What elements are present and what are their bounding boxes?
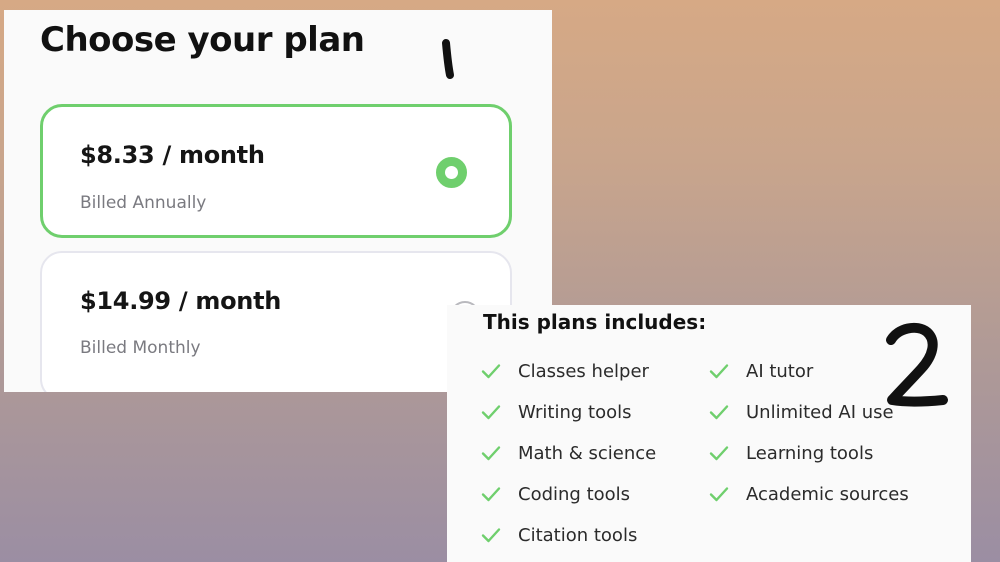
check-icon bbox=[709, 446, 729, 461]
annual-plan-option[interactable]: $8.33 / month Billed Annually bbox=[40, 104, 512, 238]
check-icon bbox=[709, 364, 729, 379]
handwritten-two-annotation bbox=[886, 322, 948, 407]
monthly-plan-billing: Billed Monthly bbox=[80, 338, 201, 358]
check-icon bbox=[709, 405, 729, 420]
feature-item: Coding tools bbox=[481, 484, 656, 525]
monthly-plan-price: $14.99 / month bbox=[80, 287, 282, 315]
radio-selected-icon[interactable] bbox=[436, 157, 467, 188]
monthly-plan-option[interactable]: $14.99 / month Billed Monthly bbox=[40, 251, 512, 392]
feature-label: Writing tools bbox=[518, 402, 632, 423]
feature-item: Academic sources bbox=[709, 484, 909, 525]
feature-label: Coding tools bbox=[518, 484, 631, 505]
feature-item: Unlimited AI use bbox=[709, 402, 909, 443]
features-title: This plans includes: bbox=[483, 310, 707, 334]
check-icon bbox=[481, 364, 501, 379]
feature-label: Citation tools bbox=[518, 525, 638, 546]
annual-plan-price: $8.33 / month bbox=[80, 141, 265, 169]
handwritten-one-annotation bbox=[442, 39, 454, 79]
check-icon bbox=[481, 446, 501, 461]
check-icon bbox=[709, 487, 729, 502]
plan-title: Choose your plan bbox=[40, 20, 365, 60]
annual-plan-billing: Billed Annually bbox=[80, 193, 207, 213]
feature-label: Academic sources bbox=[746, 484, 909, 505]
feature-label: Classes helper bbox=[518, 361, 649, 382]
feature-label: Learning tools bbox=[746, 443, 874, 464]
features-list-left: Classes helper Writing tools Math & scie… bbox=[481, 361, 656, 562]
check-icon bbox=[481, 405, 501, 420]
feature-label: AI tutor bbox=[746, 361, 814, 382]
check-icon bbox=[481, 528, 501, 543]
features-list-right: AI tutor Unlimited AI use Learning tools… bbox=[709, 361, 909, 525]
feature-label: Math & science bbox=[518, 443, 657, 464]
feature-item: Learning tools bbox=[709, 443, 909, 484]
feature-item: AI tutor bbox=[709, 361, 909, 402]
feature-item: Citation tools bbox=[481, 525, 656, 562]
feature-label: Unlimited AI use bbox=[746, 402, 894, 423]
check-icon bbox=[481, 487, 501, 502]
feature-item: Classes helper bbox=[481, 361, 656, 402]
feature-item: Writing tools bbox=[481, 402, 656, 443]
feature-item: Math & science bbox=[481, 443, 656, 484]
